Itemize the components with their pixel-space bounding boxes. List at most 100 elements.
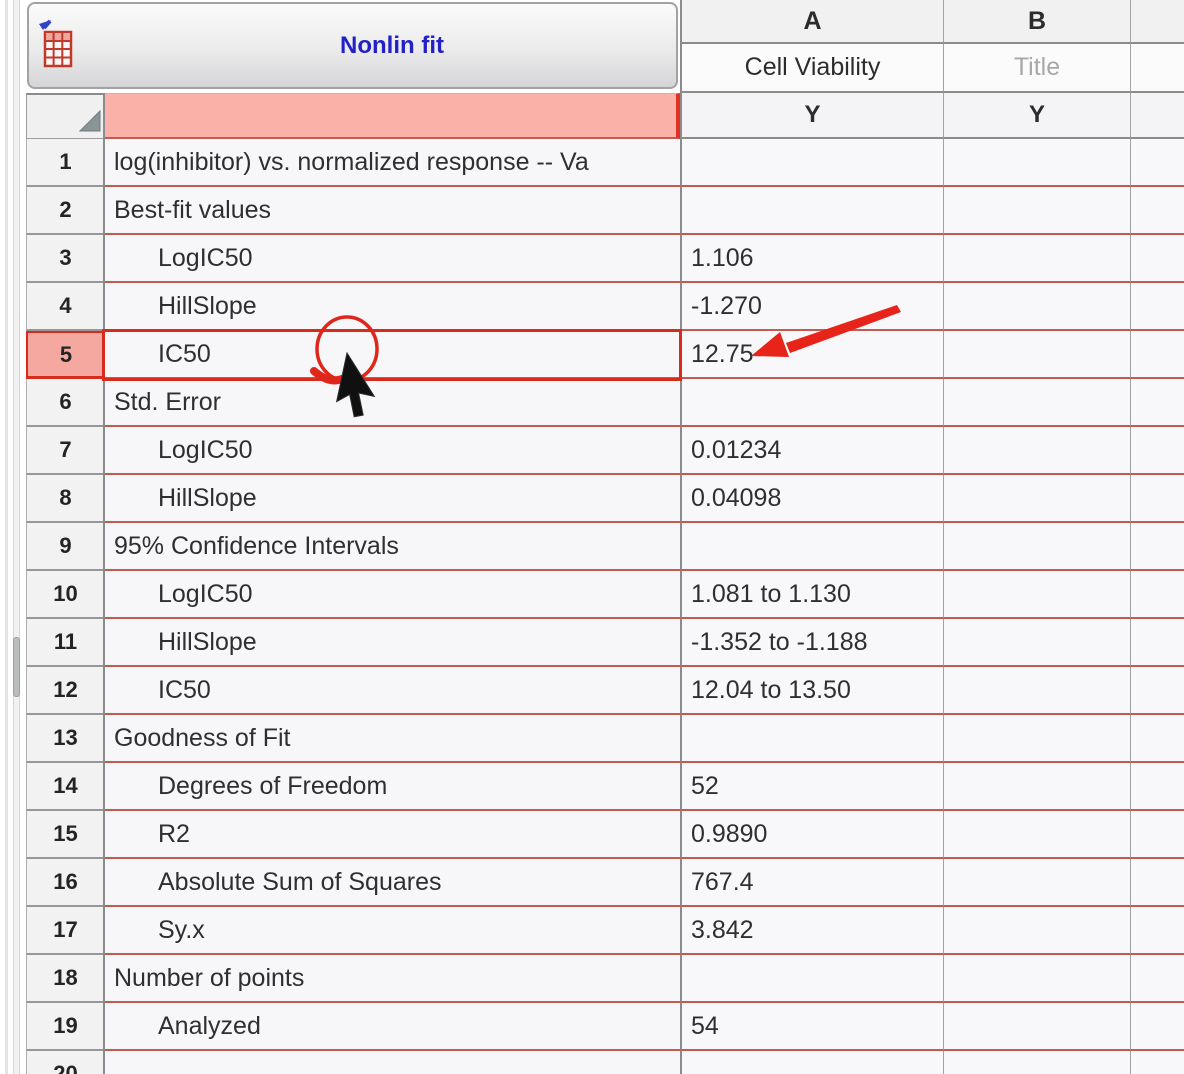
value-cell-c[interactable]	[1130, 475, 1184, 523]
value-cell-a[interactable]: 1.081 to 1.130	[680, 571, 943, 619]
value-cell-c[interactable]	[1130, 235, 1184, 283]
row-number-cell[interactable]: 4	[26, 283, 104, 331]
row-number-cell[interactable]: 9	[26, 523, 104, 571]
value-cell-b[interactable]	[943, 667, 1130, 715]
row-title-cell[interactable]: HillSlope	[104, 475, 680, 523]
row-number-cell[interactable]: 18	[26, 955, 104, 1003]
value-cell-c[interactable]	[1130, 283, 1184, 331]
value-cell-c[interactable]	[1130, 955, 1184, 1003]
column-title-a[interactable]: Cell Viability	[680, 44, 943, 93]
value-cell-a[interactable]	[680, 523, 943, 571]
row-number-cell[interactable]: 14	[26, 763, 104, 811]
value-cell-b[interactable]	[943, 763, 1130, 811]
row-number-cell[interactable]: 2	[26, 187, 104, 235]
value-cell-a[interactable]: 767.4	[680, 859, 943, 907]
row-title-cell[interactable]: HillSlope	[104, 283, 680, 331]
value-cell-b[interactable]	[943, 427, 1130, 475]
value-cell-c[interactable]	[1130, 1051, 1184, 1074]
row-title-cell[interactable]: Absolute Sum of Squares	[104, 859, 680, 907]
row-title-cell[interactable]: LogIC50	[104, 427, 680, 475]
value-cell-a[interactable]	[680, 187, 943, 235]
row-number-cell[interactable]: 17	[26, 907, 104, 955]
sheet-title-bar[interactable]: Nonlin fit	[27, 2, 678, 89]
value-cell-a[interactable]: 54	[680, 1003, 943, 1051]
row-title-cell[interactable]: Std. Error	[104, 379, 680, 427]
value-cell-b[interactable]	[943, 475, 1130, 523]
row-number-cell[interactable]: 1	[26, 139, 104, 187]
value-cell-b[interactable]	[943, 907, 1130, 955]
row-title-cell[interactable]: Analyzed	[104, 1003, 680, 1051]
value-cell-c[interactable]	[1130, 571, 1184, 619]
column-header-c[interactable]	[1130, 0, 1184, 44]
row-title-cell[interactable]: LogIC50	[104, 571, 680, 619]
value-cell-c[interactable]	[1130, 379, 1184, 427]
row-title-cell[interactable]: IC50	[104, 667, 680, 715]
column-header-a[interactable]: A	[680, 0, 943, 44]
value-cell-a[interactable]: 3.842	[680, 907, 943, 955]
row-number-cell[interactable]: 13	[26, 715, 104, 763]
row-number-cell[interactable]: 7	[26, 427, 104, 475]
row-number-cell[interactable]: 10	[26, 571, 104, 619]
row-number-cell[interactable]: 8	[26, 475, 104, 523]
row-title-cell[interactable]: 95% Confidence Intervals	[104, 523, 680, 571]
column-title-c[interactable]	[1130, 44, 1184, 93]
row-title-cell[interactable]: R2	[104, 811, 680, 859]
value-cell-b[interactable]	[943, 955, 1130, 1003]
value-cell-b[interactable]	[943, 715, 1130, 763]
row-number-cell[interactable]: 5	[26, 331, 104, 379]
value-cell-a[interactable]	[680, 1051, 943, 1074]
value-cell-b[interactable]	[943, 811, 1130, 859]
row-title-cell[interactable]: Best-fit values	[104, 187, 680, 235]
value-cell-b[interactable]	[943, 187, 1130, 235]
value-cell-a[interactable]: 12.04 to 13.50	[680, 667, 943, 715]
value-cell-b[interactable]	[943, 1051, 1130, 1074]
select-all-corner[interactable]	[26, 93, 104, 139]
value-cell-b[interactable]	[943, 571, 1130, 619]
row-number-cell[interactable]: 20	[26, 1051, 104, 1074]
value-cell-c[interactable]	[1130, 811, 1184, 859]
row-title-column-header[interactable]	[104, 93, 680, 139]
value-cell-c[interactable]	[1130, 859, 1184, 907]
value-cell-c[interactable]	[1130, 619, 1184, 667]
value-cell-c[interactable]	[1130, 187, 1184, 235]
value-cell-b[interactable]	[943, 139, 1130, 187]
value-cell-a[interactable]	[680, 379, 943, 427]
value-cell-a[interactable]	[680, 955, 943, 1003]
row-number-cell[interactable]: 19	[26, 1003, 104, 1051]
value-cell-c[interactable]	[1130, 763, 1184, 811]
value-cell-c[interactable]	[1130, 427, 1184, 475]
value-cell-c[interactable]	[1130, 1003, 1184, 1051]
value-cell-b[interactable]	[943, 283, 1130, 331]
value-cell-a[interactable]	[680, 715, 943, 763]
row-number-cell[interactable]: 3	[26, 235, 104, 283]
row-number-cell[interactable]: 16	[26, 859, 104, 907]
value-cell-a[interactable]: 0.9890	[680, 811, 943, 859]
value-cell-c[interactable]	[1130, 715, 1184, 763]
value-cell-c[interactable]	[1130, 907, 1184, 955]
row-title-cell[interactable]: LogIC50	[104, 235, 680, 283]
row-title-cell[interactable]	[104, 1051, 680, 1074]
value-cell-a[interactable]: 0.04098	[680, 475, 943, 523]
value-cell-a[interactable]	[680, 139, 943, 187]
value-cell-c[interactable]	[1130, 523, 1184, 571]
value-cell-b[interactable]	[943, 859, 1130, 907]
value-cell-a[interactable]: 1.106	[680, 235, 943, 283]
value-cell-c[interactable]	[1130, 139, 1184, 187]
value-cell-a[interactable]: -1.270	[680, 283, 943, 331]
value-cell-b[interactable]	[943, 379, 1130, 427]
value-cell-b[interactable]	[943, 1003, 1130, 1051]
row-title-cell[interactable]: HillSlope	[104, 619, 680, 667]
column-title-b[interactable]: Title	[943, 44, 1130, 93]
value-cell-b[interactable]	[943, 619, 1130, 667]
value-cell-b[interactable]	[943, 235, 1130, 283]
row-number-cell[interactable]: 12	[26, 667, 104, 715]
value-cell-c[interactable]	[1130, 667, 1184, 715]
column-header-b[interactable]: B	[943, 0, 1130, 44]
value-cell-a[interactable]: -1.352 to -1.188	[680, 619, 943, 667]
value-cell-b[interactable]	[943, 331, 1130, 379]
value-cell-b[interactable]	[943, 523, 1130, 571]
row-title-cell[interactable]: Number of points	[104, 955, 680, 1003]
value-cell-a[interactable]: 0.01234	[680, 427, 943, 475]
value-cell-c[interactable]	[1130, 331, 1184, 379]
row-title-cell[interactable]: Sy.x	[104, 907, 680, 955]
